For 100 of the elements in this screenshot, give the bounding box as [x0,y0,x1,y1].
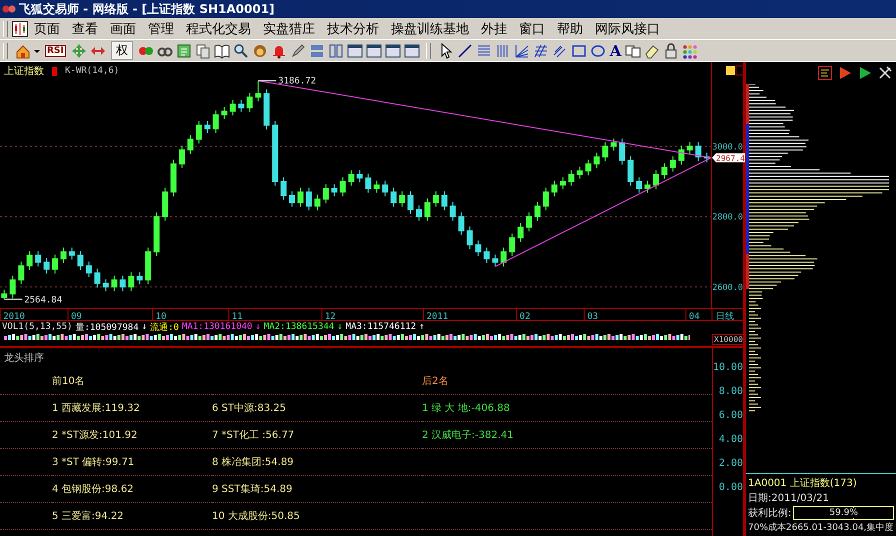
text-tool-button[interactable]: A [608,42,622,60]
candlestick [466,226,473,250]
play-icon[interactable] [838,66,852,80]
candlestick [204,120,210,134]
date-label: 12 [324,312,336,321]
candlestick [179,145,185,169]
menu-item[interactable]: 管理 [142,20,180,38]
candlestick [704,152,710,163]
menu-item[interactable]: 技术分析 [321,20,385,38]
calendar-icon[interactable] [176,42,192,58]
diagonal-lines-icon[interactable] [552,42,568,58]
candlestick [111,275,118,292]
candlestick [365,173,372,194]
y-tick: 10.00 [713,362,744,373]
ranking-entry: 6 ST中源:83.25 [212,402,286,415]
date-label: 10 [156,312,166,321]
ranking-entry: 7 *ST化工 :56.77 [212,429,294,442]
menu-item[interactable]: 操盘训练基地 [385,20,475,38]
axis-toggle-icon[interactable] [726,66,744,76]
rsi-button[interactable]: RSI [45,44,66,56]
menu-item[interactable]: 查看 [66,20,104,38]
rectangle-tool-icon[interactable] [570,42,587,58]
ranking-entry: 2 *ST源发:101.92 [52,429,138,442]
candlestick [424,198,430,222]
candlestick [576,166,583,180]
candlestick [518,222,524,242]
parallel-lines-icon[interactable] [532,42,549,58]
candlestick [255,80,262,102]
book-icon[interactable] [214,42,230,58]
candlestick [542,187,549,211]
window-icon[interactable] [384,42,401,58]
current-price-badge: 2967.4 [712,153,745,163]
date-label: 04 [688,312,700,321]
candlestick [340,176,346,197]
section-heading: 前10名 [52,368,212,395]
menu-item[interactable]: 帮助 [551,20,589,38]
candlestick [594,152,600,169]
rights-dropdown[interactable]: 权 [110,41,133,60]
candlestick [272,120,278,186]
window-title: 飞狐交易师 - 网络版 - [上证指数 SH1A0001] [19,0,275,18]
price-tick: 2800.0 [712,212,743,223]
menu-item[interactable]: 页面 [28,20,66,38]
volume-scale-label: X10000 [712,334,745,345]
ranking-entry: 10 大成股份:50.85 [212,510,300,523]
candlestick [653,170,659,190]
line-tool-icon[interactable] [456,42,473,58]
candlestick [619,138,626,166]
menu-item[interactable]: 实盘猎庄 [257,20,321,38]
cost-text: 70%成本2665.01-3043.04,集中度 [748,522,894,534]
pen-icon[interactable] [290,42,306,58]
y-tick: 2.00 [718,458,743,469]
candle-marker-icon [52,66,57,76]
candlestick [322,184,329,204]
candlestick [628,156,634,186]
candlestick [289,190,295,208]
price-tick: 2600.0 [712,282,743,293]
candlestick [196,120,202,144]
candlestick [458,212,464,236]
copy-icon[interactable] [625,42,642,58]
ranking-entry: 3 *ST 偏转:99.71 [52,456,134,469]
window-icon[interactable] [404,42,420,58]
trend-arrow: ↓ [337,322,343,332]
fan-lines-icon[interactable] [514,42,530,58]
window-icon[interactable] [346,42,363,58]
play-icon[interactable] [858,66,872,80]
candlestick [26,250,33,270]
lock-icon[interactable] [663,42,680,58]
eraser-icon[interactable] [644,42,660,58]
candlestick [602,142,608,162]
ranking-entry: 5 三爱富:94.22 [52,510,124,523]
candlestick [1,289,8,300]
candlestick [128,272,134,292]
color-dots-icon[interactable] [682,42,698,58]
candlestick [661,162,668,180]
home-icon[interactable] [15,42,31,58]
menu-item[interactable]: 画面 [104,20,142,38]
menu-item[interactable]: 网际风接口 [589,20,666,38]
menu-item[interactable]: 程式化交易 [180,20,257,38]
candlestick-icon[interactable] [12,20,28,36]
tools-icon[interactable] [878,66,892,80]
list-icon[interactable] [818,66,832,80]
ellipse-tool-icon[interactable] [590,42,606,58]
documents-icon[interactable] [194,42,211,58]
rows-layout-icon[interactable] [308,42,325,58]
columns-layout-icon[interactable] [328,42,344,58]
menu-item[interactable]: 外挂 [475,20,513,38]
candlestick [526,212,532,232]
candlestick [534,201,540,222]
trend-arrow: ↓ [255,322,261,332]
y-tick: 0.00 [718,482,743,493]
window-icon[interactable] [366,42,382,58]
candlestick [44,258,50,274]
horizontal-lines-icon[interactable] [476,42,492,58]
candlestick [686,142,693,155]
profit-ratio-label: 获利比例: [748,506,792,520]
date-label: 2010 [3,312,25,321]
search-icon[interactable] [232,42,249,58]
candlestick [475,240,482,256]
candlestick [484,247,490,264]
menu-item[interactable]: 窗口 [513,20,551,38]
